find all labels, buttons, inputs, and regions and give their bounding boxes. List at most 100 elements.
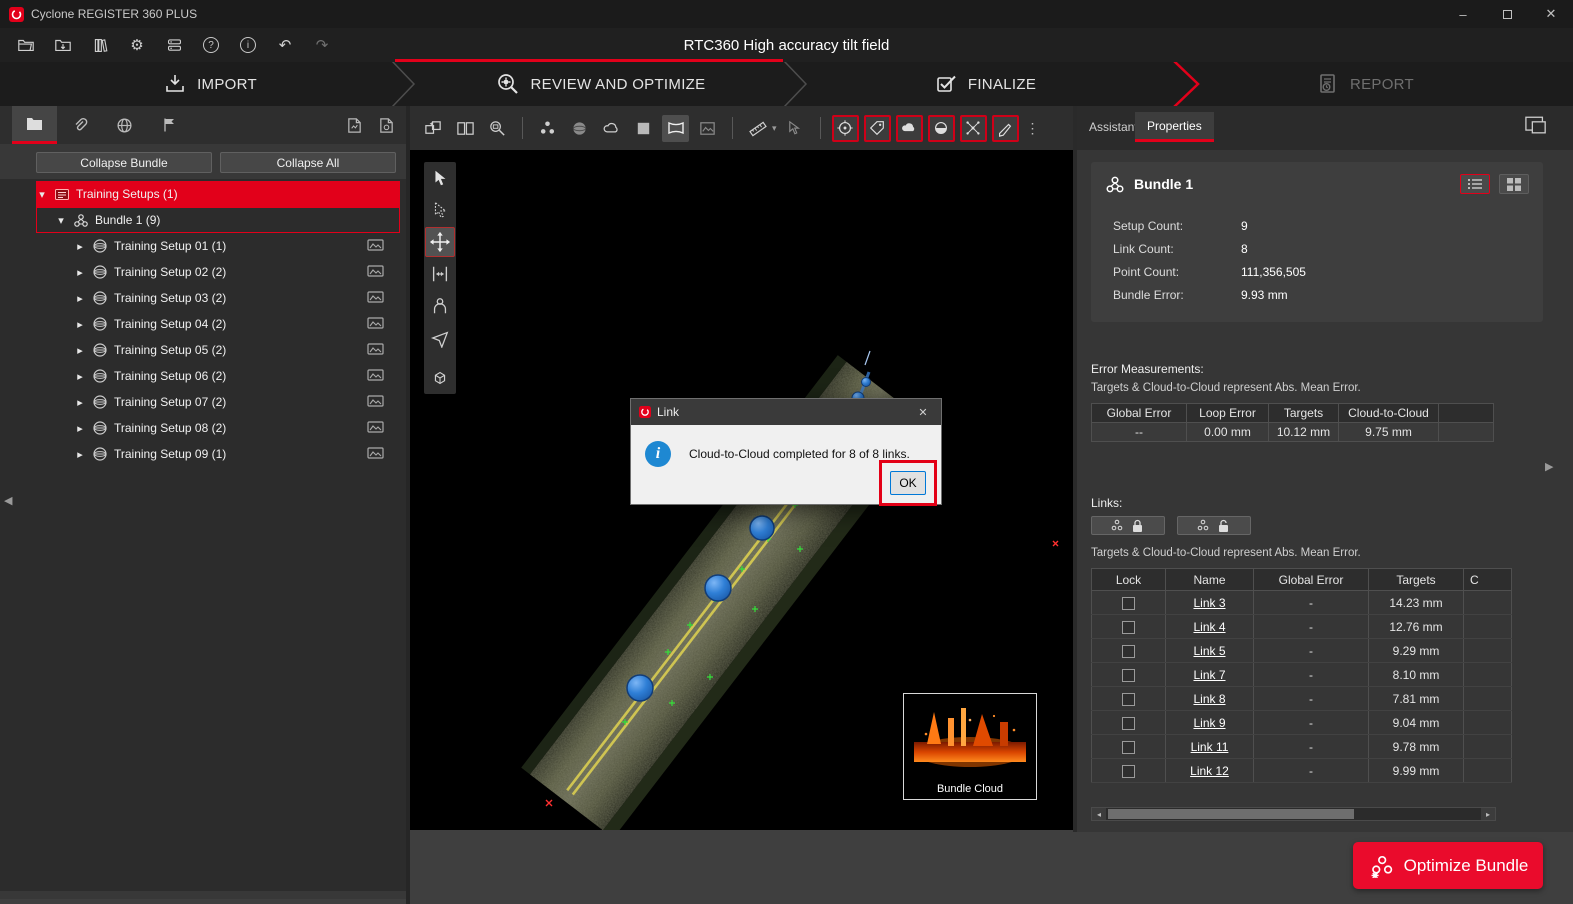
links-col-cloud[interactable]: C — [1464, 569, 1512, 591]
pano-thumbnail-icon[interactable] — [367, 394, 384, 408]
links-col-global-error[interactable]: Global Error — [1254, 569, 1369, 591]
pick-measure-icon[interactable] — [782, 115, 809, 142]
pano-thumbnail-icon[interactable] — [367, 238, 384, 252]
chevron-right-icon[interactable]: ▸ — [74, 422, 86, 435]
tree-item-setup-05[interactable]: ▸ Training Setup 05 (2) — [36, 337, 400, 363]
scroll-right-button[interactable]: ▸ — [1481, 808, 1495, 820]
tree-item-setup-09[interactable]: ▸ Training Setup 09 (1) — [36, 441, 400, 467]
fly-tool-icon[interactable] — [425, 323, 455, 353]
chevron-down-icon[interactable]: ▾ — [36, 188, 48, 201]
link-name[interactable]: Link 11 — [1191, 740, 1229, 754]
tree-item-training-setups[interactable]: ▾ Training Setups (1) — [36, 181, 400, 207]
tab-review-and-optimize[interactable]: REVIEW AND OPTIMIZE — [430, 62, 770, 106]
unlock-links-button[interactable] — [1177, 516, 1251, 535]
pan-tool-icon[interactable] — [425, 227, 455, 257]
scroll-left-button[interactable]: ◂ — [1092, 808, 1106, 820]
tab-gis[interactable] — [102, 106, 147, 144]
pano-thumbnail-icon[interactable] — [367, 368, 384, 382]
link-name[interactable]: Link 4 — [1193, 620, 1225, 634]
tab-finalize[interactable]: FINALIZE — [820, 62, 1150, 106]
links-col-name[interactable]: Name — [1166, 569, 1254, 591]
measure-dropdown-caret[interactable]: ▾ — [772, 123, 777, 134]
scroll-thumb[interactable] — [1108, 809, 1354, 819]
dialog-titlebar[interactable]: Link ✕ — [631, 399, 941, 425]
link-name[interactable]: Link 8 — [1193, 692, 1225, 706]
chevron-right-icon[interactable]: ▸ — [74, 318, 86, 331]
tree-item-setup-07[interactable]: ▸ Training Setup 07 (2) — [36, 389, 400, 415]
pano-view-icon[interactable] — [662, 115, 689, 142]
collapse-bundle-button[interactable]: Collapse Bundle — [36, 152, 212, 173]
cloud-tool-icon[interactable] — [896, 115, 923, 142]
pano-thumbnail-icon[interactable] — [367, 342, 384, 356]
lock-links-button[interactable] — [1091, 516, 1165, 535]
settings-gear-icon[interactable]: ⚙ — [127, 35, 147, 55]
measure-icon[interactable] — [744, 115, 771, 142]
links-row[interactable]: Link 9 - 9.04 mm — [1092, 711, 1512, 735]
solid-view-icon[interactable] — [630, 115, 657, 142]
library-icon[interactable] — [90, 35, 110, 55]
cube-view-icon[interactable] — [425, 363, 455, 393]
pano-thumbnail-icon[interactable] — [367, 264, 384, 278]
links-row[interactable]: Link 12 - 9.99 mm — [1092, 759, 1512, 783]
toolbar-overflow-icon[interactable]: ⋮ — [1026, 120, 1040, 137]
tab-tags[interactable] — [147, 106, 192, 144]
err-col-header[interactable]: Global Error — [1092, 404, 1187, 423]
lock-checkbox[interactable] — [1122, 693, 1135, 706]
chevron-right-icon[interactable]: ▸ — [74, 448, 86, 461]
tree-item-setup-03[interactable]: ▸ Training Setup 03 (2) — [36, 285, 400, 311]
setup-view-tool-icon[interactable] — [425, 291, 455, 321]
link-name[interactable]: Link 7 — [1193, 668, 1225, 682]
import-project-icon[interactable] — [53, 35, 73, 55]
lock-checkbox[interactable] — [1122, 621, 1135, 634]
collapse-left-panel-arrow[interactable]: ◀ — [4, 494, 12, 507]
links-col-lock[interactable]: Lock — [1092, 569, 1166, 591]
scroll-track[interactable] — [1106, 808, 1481, 820]
redo-icon[interactable]: ↷ — [312, 35, 332, 55]
pano-thumbnail-icon[interactable] — [367, 446, 384, 460]
list-view-button[interactable] — [1460, 174, 1490, 194]
chevron-right-icon[interactable]: ▸ — [74, 292, 86, 305]
pano-panel-icon[interactable] — [374, 113, 398, 137]
links-row[interactable]: Link 7 - 8.10 mm — [1092, 663, 1512, 687]
dialog-close-icon[interactable]: ✕ — [913, 406, 933, 419]
tag-tool-icon[interactable] — [864, 115, 891, 142]
cloud-view-icon[interactable] — [598, 115, 625, 142]
pano-thumbnail-icon[interactable] — [367, 420, 384, 434]
tree-item-bundle-1[interactable]: ▾ Bundle 1 (9) — [36, 207, 400, 233]
maximize-button[interactable] — [1485, 0, 1529, 28]
tree-item-setup-02[interactable]: ▸ Training Setup 02 (2) — [36, 259, 400, 285]
link-name[interactable]: Link 5 — [1193, 644, 1225, 658]
align-tool-icon[interactable] — [425, 259, 455, 289]
err-col-header[interactable]: Cloud-to-Cloud — [1339, 404, 1439, 423]
tab-project-files[interactable] — [12, 106, 57, 144]
chevron-right-icon[interactable]: ▸ — [74, 344, 86, 357]
expand-right-panel-arrow[interactable]: ▶ — [1545, 460, 1553, 473]
optimize-bundle-button[interactable]: Optimize Bundle — [1353, 842, 1543, 889]
tab-properties[interactable]: Properties — [1135, 112, 1214, 142]
err-col-header[interactable]: Targets — [1269, 404, 1339, 423]
links-col-targets[interactable]: Targets — [1369, 569, 1464, 591]
lock-checkbox[interactable] — [1122, 717, 1135, 730]
tree-item-setup-06[interactable]: ▸ Training Setup 06 (2) — [36, 363, 400, 389]
sphere-tool-icon[interactable] — [928, 115, 955, 142]
chevron-right-icon[interactable]: ▸ — [74, 266, 86, 279]
sphere-view-icon[interactable] — [566, 115, 593, 142]
link-name[interactable]: Link 3 — [1193, 596, 1225, 610]
lock-checkbox[interactable] — [1122, 597, 1135, 610]
chevron-right-icon[interactable]: ▸ — [74, 370, 86, 383]
image-view-icon[interactable] — [694, 115, 721, 142]
links-hscrollbar[interactable]: ◂ ▸ — [1091, 807, 1496, 821]
storage-icon[interactable] — [164, 35, 184, 55]
undo-icon[interactable]: ↶ — [275, 35, 295, 55]
pano-thumbnail-icon[interactable] — [367, 290, 384, 304]
cursor-tool-icon[interactable] — [425, 163, 455, 193]
zoom-region-icon[interactable] — [484, 115, 511, 142]
cluster-view-icon[interactable] — [534, 115, 561, 142]
links-row[interactable]: Link 8 - 7.81 mm — [1092, 687, 1512, 711]
links-row[interactable]: Link 11 - 9.78 mm — [1092, 735, 1512, 759]
pano-thumbnail-icon[interactable] — [367, 316, 384, 330]
layout-toggle-icon[interactable] — [1521, 111, 1551, 139]
lock-checkbox[interactable] — [1122, 765, 1135, 778]
select-region-tool-icon[interactable] — [425, 195, 455, 225]
collapse-all-button[interactable]: Collapse All — [220, 152, 396, 173]
